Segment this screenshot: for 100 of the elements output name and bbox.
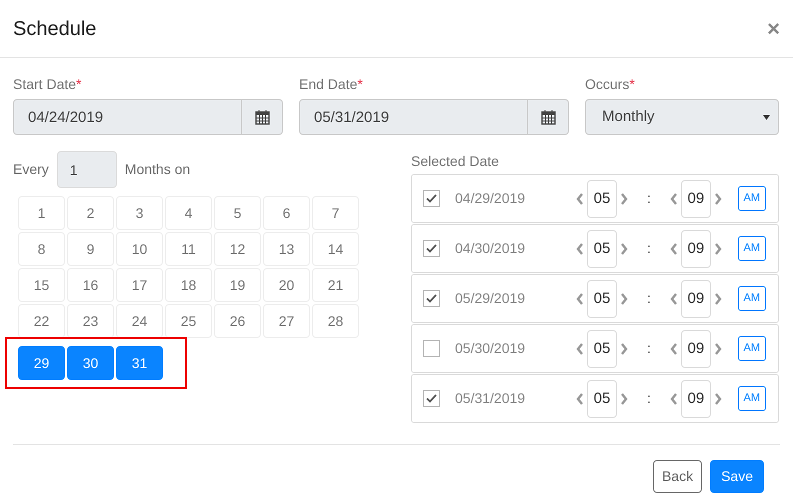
required-mark: * <box>357 76 363 92</box>
chevron-right-icon[interactable] <box>714 392 722 404</box>
chevron-left-icon[interactable] <box>576 392 584 404</box>
time-separator: : <box>647 289 651 308</box>
day-button[interactable]: 3 <box>116 196 163 230</box>
time-separator: : <box>647 339 651 358</box>
day-button[interactable]: 1 <box>18 196 65 230</box>
calendar-icon <box>540 109 556 125</box>
caret-icon <box>763 114 770 120</box>
minute-field[interactable]: 09 <box>680 280 711 318</box>
minute-field[interactable]: 09 <box>680 230 711 268</box>
minute-field[interactable]: 09 <box>680 330 711 368</box>
day-button[interactable]: 24 <box>116 304 163 338</box>
chevron-left-icon[interactable] <box>670 192 678 204</box>
calendar-icon <box>254 109 270 125</box>
am-pm-button[interactable]: AM <box>738 336 766 361</box>
section-label: Selected Date <box>411 152 499 171</box>
hour-field[interactable]: 05 <box>587 380 617 418</box>
check-icon <box>426 194 437 203</box>
calendar-button[interactable] <box>528 99 569 135</box>
am-pm-button[interactable]: AM <box>738 186 766 211</box>
day-button[interactable]: 5 <box>214 196 261 230</box>
day-button[interactable]: 22 <box>18 304 65 338</box>
day-button[interactable]: 20 <box>263 268 310 302</box>
day-button[interactable]: 13 <box>263 232 310 266</box>
day-button[interactable]: 29 <box>18 346 65 380</box>
calendar-button[interactable] <box>242 99 283 135</box>
day-button[interactable]: 16 <box>67 268 114 302</box>
date-text: 05/30/2019 <box>455 339 526 358</box>
chevron-right-icon[interactable] <box>620 392 628 404</box>
date-field[interactable]: 04/24/2019 <box>13 99 242 135</box>
checkbox[interactable] <box>423 190 440 207</box>
occurs-dropdown[interactable]: Monthly <box>585 99 779 135</box>
day-button[interactable]: 27 <box>263 304 310 338</box>
day-button[interactable]: 19 <box>214 268 261 302</box>
minute-field[interactable]: 09 <box>680 380 711 418</box>
chevron-right-icon[interactable] <box>620 192 628 204</box>
time-separator: : <box>647 239 651 258</box>
day-button[interactable]: 30 <box>67 346 114 380</box>
am-pm-button[interactable]: AM <box>738 386 766 411</box>
chevron-left-icon[interactable] <box>670 342 678 354</box>
checkbox[interactable] <box>423 390 440 407</box>
interval-field[interactable]: 1 <box>56 151 117 188</box>
day-button[interactable]: 31 <box>116 346 163 380</box>
day-button[interactable]: 28 <box>312 304 359 338</box>
hour-field[interactable]: 05 <box>587 280 617 318</box>
required-mark: * <box>76 76 82 92</box>
close-button[interactable]: × <box>767 18 780 40</box>
day-button[interactable]: 23 <box>67 304 114 338</box>
unit-label: Months on <box>124 160 190 179</box>
day-button[interactable]: 11 <box>165 232 212 266</box>
field-label: Start Date <box>13 76 76 92</box>
chevron-left-icon[interactable] <box>576 292 584 304</box>
day-button[interactable]: 2 <box>67 196 114 230</box>
hour-field[interactable]: 05 <box>587 180 617 218</box>
chevron-right-icon[interactable] <box>714 342 722 354</box>
day-button[interactable]: 9 <box>67 232 114 266</box>
check-icon <box>426 394 437 403</box>
day-button[interactable]: 14 <box>312 232 359 266</box>
time-separator: : <box>647 189 651 208</box>
chevron-right-icon[interactable] <box>620 242 628 254</box>
day-button[interactable]: 12 <box>214 232 261 266</box>
hour-field[interactable]: 05 <box>587 230 617 268</box>
day-button[interactable]: 25 <box>165 304 212 338</box>
back-button[interactable]: Back <box>652 460 702 493</box>
hour-field[interactable]: 05 <box>587 330 617 368</box>
am-pm-button[interactable]: AM <box>738 286 766 311</box>
date-text: 05/29/2019 <box>455 289 526 308</box>
checkbox[interactable] <box>423 240 440 257</box>
day-button[interactable]: 26 <box>214 304 261 338</box>
chevron-left-icon[interactable] <box>670 292 678 304</box>
save-button[interactable]: Save <box>710 460 764 493</box>
chevron-left-icon[interactable] <box>576 242 584 254</box>
day-button[interactable]: 18 <box>165 268 212 302</box>
dialog-title: Schedule <box>13 16 96 42</box>
required-mark: * <box>629 76 635 92</box>
chevron-right-icon[interactable] <box>714 242 722 254</box>
chevron-left-icon[interactable] <box>670 242 678 254</box>
am-pm-button[interactable]: AM <box>738 236 766 261</box>
day-button[interactable]: 15 <box>18 268 65 302</box>
chevron-left-icon[interactable] <box>576 342 584 354</box>
chevron-right-icon[interactable] <box>620 342 628 354</box>
every-label: Every <box>13 160 49 179</box>
day-button[interactable]: 17 <box>116 268 163 302</box>
day-button[interactable]: 7 <box>312 196 359 230</box>
date-text: 04/29/2019 <box>455 189 526 208</box>
checkbox[interactable] <box>423 290 440 307</box>
day-button[interactable]: 8 <box>18 232 65 266</box>
chevron-right-icon[interactable] <box>714 192 722 204</box>
chevron-right-icon[interactable] <box>714 292 722 304</box>
minute-field[interactable]: 09 <box>680 180 711 218</box>
checkbox[interactable] <box>423 340 440 357</box>
chevron-left-icon[interactable] <box>670 392 678 404</box>
day-button[interactable]: 4 <box>165 196 212 230</box>
date-field[interactable]: 05/31/2019 <box>299 99 528 135</box>
chevron-right-icon[interactable] <box>620 292 628 304</box>
day-button[interactable]: 21 <box>312 268 359 302</box>
chevron-left-icon[interactable] <box>576 192 584 204</box>
day-button[interactable]: 6 <box>263 196 310 230</box>
day-button[interactable]: 10 <box>116 232 163 266</box>
